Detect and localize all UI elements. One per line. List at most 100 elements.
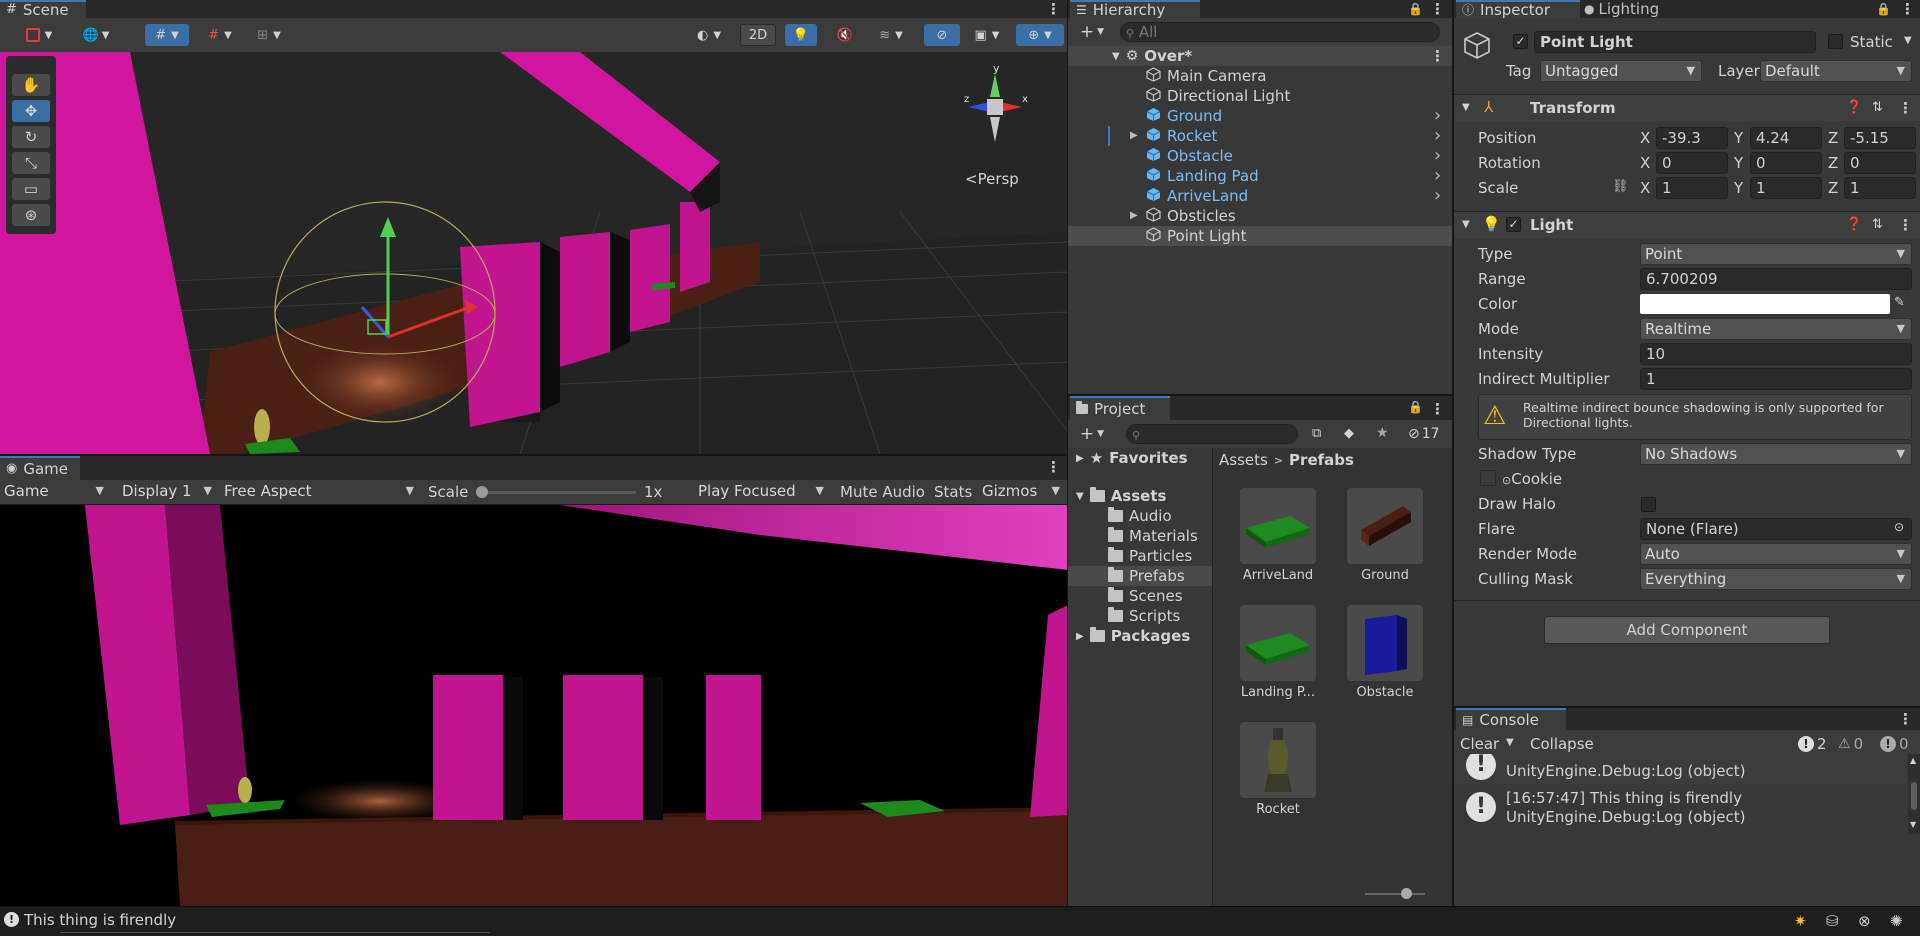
expand-arrow-icon[interactable]: ▶: [1130, 210, 1138, 221]
object-picker-icon[interactable]: ⊙: [1894, 520, 1904, 534]
scene-visibility-button[interactable]: ⊘: [924, 24, 960, 46]
rotation-field[interactable]: 0: [1844, 152, 1916, 174]
chevron-right-icon[interactable]: ›: [1434, 106, 1441, 126]
constrain-proportions-icon[interactable]: ⛓: [1612, 179, 1629, 194]
eyedropper-icon[interactable]: ✎: [1894, 295, 1905, 310]
console-entry[interactable]: ! [16:57:47] This thing is firendly Unit…: [1454, 784, 1906, 832]
scrollbar-thumb[interactable]: [1911, 782, 1917, 810]
hierarchy-search-input[interactable]: ⚲ All: [1120, 22, 1440, 42]
thumbnail-size-slider[interactable]: [1365, 888, 1425, 899]
tab-hierarchy[interactable]: ☰ Hierarchy: [1070, 0, 1200, 19]
console-entry-partial[interactable]: ! UnityEngine.Debug:Log (object): [1454, 754, 1906, 784]
clear-options-dropdown[interactable]: ▼: [1506, 737, 1514, 748]
tag-dropdown[interactable]: Untagged ▼: [1540, 60, 1702, 82]
add-component-button[interactable]: Add Component: [1544, 616, 1830, 644]
hierarchy-item[interactable]: [1068, 206, 1452, 226]
hierarchy-item[interactable]: [1068, 166, 1452, 186]
active-checkbox[interactable]: ✓: [1513, 34, 1528, 49]
hierarchy-item[interactable]: [1068, 226, 1452, 246]
flare-field[interactable]: None (Flare): [1640, 518, 1912, 540]
hidden-packages-toggle[interactable]: ⊘ 17: [1408, 426, 1440, 442]
search-by-type-icon[interactable]: ⧉: [1312, 426, 1321, 441]
static-checkbox[interactable]: [1828, 34, 1843, 49]
orientation-gizmo[interactable]: y z x: [960, 62, 1030, 152]
favorite-star-icon[interactable]: ★: [1376, 425, 1389, 441]
preset-icon[interactable]: ⇅: [1872, 217, 1883, 232]
play-focused-dropdown[interactable]: Play Focused ▼: [694, 481, 830, 503]
lock-icon[interactable]: 🔒: [1408, 400, 1423, 414]
position-axis-label[interactable]: Z: [1828, 129, 1838, 147]
lock-icon[interactable]: 🔒: [1408, 2, 1423, 16]
packages-node[interactable]: ▶ Packages: [1076, 626, 1190, 646]
project-search-input[interactable]: ⚲: [1126, 424, 1298, 444]
draw-halo-checkbox[interactable]: [1641, 497, 1656, 512]
asset-thumbnail[interactable]: [1347, 605, 1423, 681]
scene-draw-mode-button[interactable]: ▼: [16, 24, 62, 46]
game-viewport[interactable]: [0, 505, 1068, 907]
folder-item[interactable]: Scripts: [1108, 606, 1180, 626]
scale-axis-label[interactable]: Y: [1734, 179, 1743, 197]
auto-lighting-icon[interactable]: ✷: [1794, 912, 1807, 930]
bug-icon[interactable]: ✺: [1890, 912, 1903, 930]
type-dropdown[interactable]: Point ▼: [1640, 243, 1912, 265]
effects-button[interactable]: ≋ ▼: [868, 24, 914, 46]
transform-tool-icon[interactable]: ⊛: [12, 204, 50, 226]
collapse-arrow-icon[interactable]: ▼: [1462, 102, 1470, 113]
tab-console[interactable]: ▤ Console: [1456, 708, 1566, 730]
rect-tool-icon[interactable]: ▭: [12, 178, 50, 200]
game-mode-dropdown[interactable]: Game ▼: [0, 481, 110, 503]
breadcrumb-assets[interactable]: Assets: [1219, 451, 1268, 469]
console-clear-button[interactable]: Clear: [1460, 735, 1499, 753]
scene-menu-button[interactable]: ⋮: [1046, 2, 1061, 17]
scene-root[interactable]: ▼ ⚙ Over*: [1112, 46, 1192, 66]
hierarchy-menu-button[interactable]: ⋮: [1430, 2, 1445, 17]
asset-thumbnail[interactable]: [1240, 488, 1316, 564]
scale-field[interactable]: 1: [1844, 177, 1916, 199]
position-field[interactable]: 4.24: [1750, 127, 1822, 149]
scale-field[interactable]: 1: [1656, 177, 1728, 199]
position-axis-label[interactable]: Y: [1734, 129, 1743, 147]
2d-toggle-button[interactable]: 2D: [740, 24, 776, 46]
culling-mask-dropdown[interactable]: Everything ▼: [1640, 568, 1912, 590]
asset-thumbnail[interactable]: [1240, 605, 1316, 681]
help-icon[interactable]: ❓: [1846, 217, 1862, 232]
tab-lighting[interactable]: ● Lighting: [1584, 0, 1659, 18]
chevron-right-icon[interactable]: ›: [1434, 166, 1441, 186]
status-message[interactable]: This thing is firendly: [24, 911, 176, 929]
hierarchy-item[interactable]: [1068, 126, 1452, 146]
help-icon[interactable]: ❓: [1846, 100, 1862, 115]
indirect-multiplier-field[interactable]: 1: [1640, 368, 1912, 390]
folder-item[interactable]: Scenes: [1108, 586, 1183, 606]
thumbnail-size-handle[interactable]: [1401, 888, 1412, 899]
tab-game[interactable]: ◉ Game: [0, 456, 80, 480]
hierarchy-item[interactable]: [1068, 146, 1452, 166]
game-menu-button[interactable]: ⋮: [1046, 460, 1061, 475]
stats-button[interactable]: Stats: [934, 483, 972, 501]
object-name-field[interactable]: Point Light: [1534, 31, 1816, 53]
projection-toggle[interactable]: <Persp: [965, 170, 1019, 188]
render-mode-dropdown[interactable]: Auto ▼: [1640, 543, 1912, 565]
hierarchy-add-button[interactable]: + ▼: [1074, 22, 1110, 42]
scroll-down-arrow[interactable]: ▼: [1910, 820, 1916, 829]
rotation-axis-label[interactable]: X: [1640, 154, 1650, 172]
gizmos-button[interactable]: ⊕ ▼: [1016, 24, 1064, 46]
console-menu-button[interactable]: ⋮: [1898, 712, 1913, 727]
scene-root-menu-button[interactable]: ⋮: [1430, 49, 1445, 64]
rotation-axis-label[interactable]: Z: [1828, 154, 1838, 172]
log-count-toggle[interactable]: ! 2: [1798, 735, 1827, 753]
position-field[interactable]: -5.15: [1844, 127, 1916, 149]
folder-item[interactable]: Audio: [1108, 506, 1172, 526]
error-count-toggle[interactable]: ! 0: [1880, 735, 1909, 753]
console-scrollbar[interactable]: ▲ ▼: [1908, 754, 1920, 834]
scale-slider[interactable]: [476, 486, 636, 498]
aspect-dropdown[interactable]: Free Aspect ▼: [220, 481, 420, 503]
project-add-button[interactable]: + ▼: [1074, 424, 1110, 444]
hand-tool-icon[interactable]: ✋: [12, 74, 50, 96]
rotate-tool-icon[interactable]: ↻: [12, 126, 50, 148]
scale-axis-label[interactable]: X: [1640, 179, 1650, 197]
lighting-toggle-button[interactable]: 💡: [785, 24, 817, 46]
audio-toggle-button[interactable]: 🔇: [830, 24, 860, 46]
rotation-field[interactable]: 0: [1656, 152, 1728, 174]
tab-project[interactable]: Project: [1070, 396, 1170, 420]
mode-dropdown[interactable]: Realtime ▼: [1640, 318, 1912, 340]
